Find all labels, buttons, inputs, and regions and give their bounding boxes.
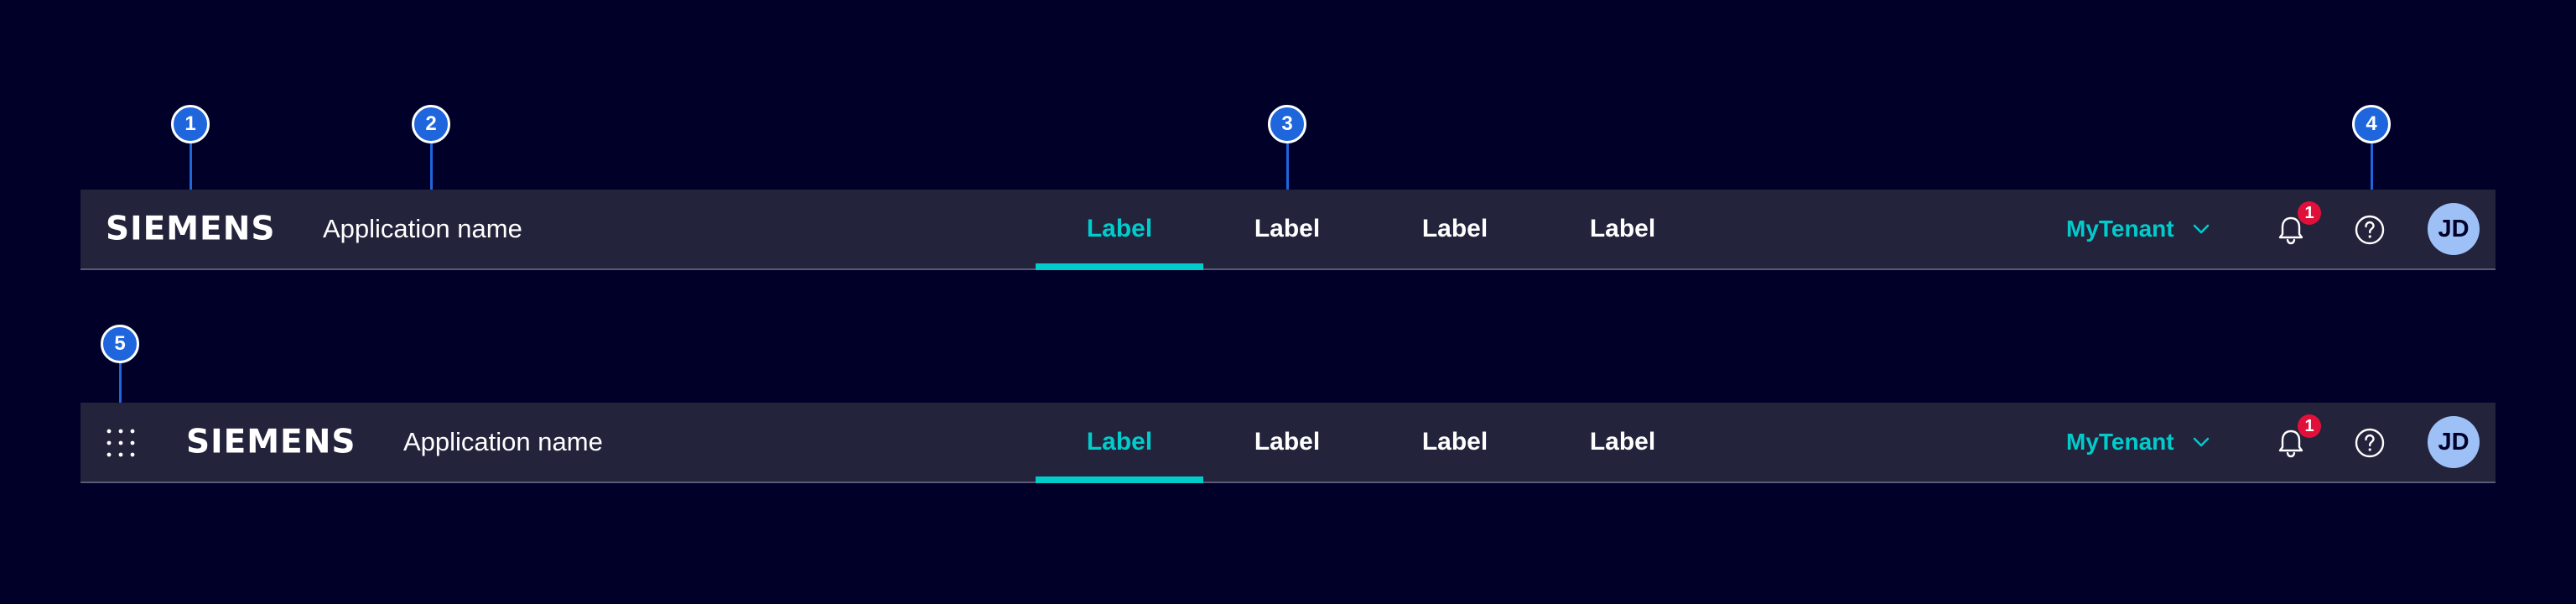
tenant-dropdown[interactable]: MyTenant [2066,429,2210,456]
tab-label-3[interactable]: Label [1371,403,1539,482]
siemens-logo[interactable]: SIEMENS [186,424,356,461]
tab-label-1[interactable]: Label [1036,190,1203,270]
tab-label-2[interactable]: Label [1203,403,1371,482]
tenant-label: MyTenant [2066,429,2174,455]
help-icon[interactable] [2353,426,2386,460]
application-name: Application name [403,427,603,456]
user-avatar[interactable]: JD [2428,203,2480,255]
canvas: 1 2 3 4 5 SIEMENS Application name Label… [0,0,2576,604]
marker-3: 3 [1268,105,1306,143]
tab-label-2[interactable]: Label [1203,190,1371,268]
application-name: Application name [323,214,522,243]
primary-navigation: Label Label Label Label [1036,190,1706,270]
marker-1: 1 [171,105,210,143]
user-avatar[interactable]: JD [2428,416,2480,468]
navbar-bottom: SIEMENS Application name Label Label Lab… [80,403,2496,483]
app-launcher-icon[interactable] [106,428,136,458]
navbar-top: SIEMENS Application name Label Label Lab… [80,190,2496,270]
siemens-logo[interactable]: SIEMENS [106,211,275,248]
marker-2: 2 [412,105,450,143]
tenant-dropdown[interactable]: MyTenant [2066,216,2210,242]
chevron-down-icon [2193,437,2209,447]
tab-label-3[interactable]: Label [1371,190,1539,268]
notification-badge: 1 [2298,414,2321,438]
tab-label-4[interactable]: Label [1539,403,1706,482]
tab-label-1[interactable]: Label [1036,403,1203,483]
notification-badge: 1 [2298,201,2321,225]
chevron-down-icon [2193,224,2209,234]
help-icon[interactable] [2353,213,2386,247]
tab-label-4[interactable]: Label [1539,190,1706,268]
marker-5: 5 [101,325,139,363]
tenant-label: MyTenant [2066,216,2174,242]
primary-navigation: Label Label Label Label [1036,403,1706,483]
marker-4: 4 [2352,105,2391,143]
